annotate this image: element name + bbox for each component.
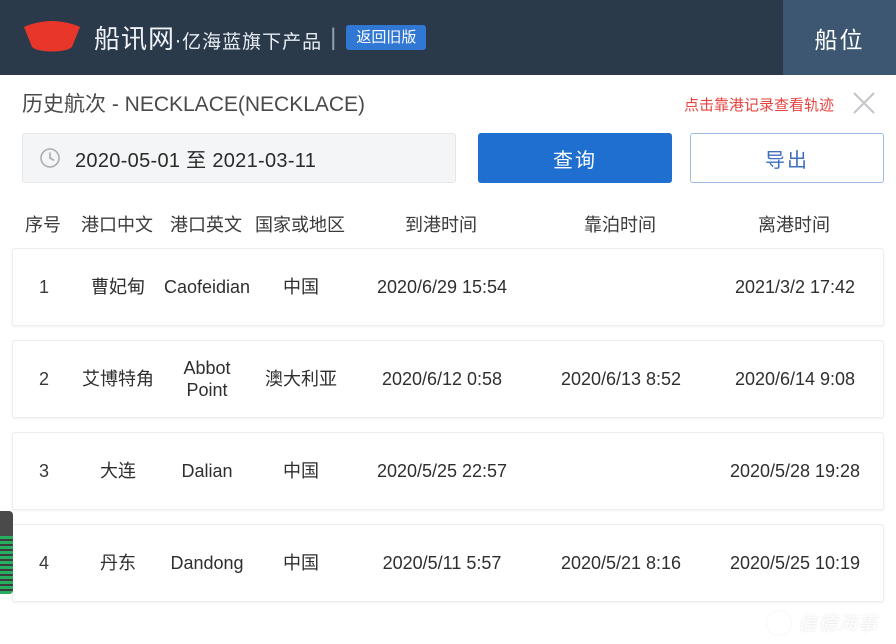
page-title: 历史航次 - NECKLACE(NECKLACE): [22, 93, 366, 116]
column-header-port-en: 港口英文: [170, 215, 242, 235]
signal-bars-widget[interactable]: [0, 511, 13, 594]
cell-port-cn: 曹妃甸: [91, 276, 145, 297]
cell-port-en: Abbot Point: [183, 357, 231, 401]
boat-logo-icon: [22, 20, 82, 55]
table-row[interactable]: 4 丹东 Dandong 中国 2020/5/11 5:57 2020/5/21…: [12, 524, 884, 602]
cell-country: 中国: [283, 276, 319, 297]
column-header-departure: 离港时间: [758, 215, 830, 235]
cell-index: 4: [38, 552, 49, 573]
cell-departure: 2020/5/25 10:19: [729, 552, 861, 573]
column-header-berth: 靠泊时间: [584, 215, 656, 235]
cell-departure: 2020/6/14 9:08: [734, 368, 856, 389]
panel-header: 历史航次 - NECKLACE(NECKLACE) 点击靠港记录查看轨迹: [0, 75, 896, 130]
table-body: 1 曹妃甸 Caofeidian 中国 2020/6/29 15:54 2021…: [0, 248, 896, 602]
cell-port-cn: 艾博特角: [82, 368, 154, 389]
cell-berth: 2020/6/13 8:52: [560, 368, 682, 389]
clock-icon: [39, 147, 61, 169]
cell-arrival: 2020/5/11 5:57: [382, 552, 502, 573]
cell-berth: 2020/5/21 8:16: [560, 552, 682, 573]
table-row[interactable]: 1 曹妃甸 Caofeidian 中国 2020/6/29 15:54 2021…: [12, 248, 884, 326]
cell-port-en: Dalian: [181, 460, 233, 481]
brand-block[interactable]: 船讯网·亿海蓝旗下产品 | 返回旧版: [0, 0, 427, 75]
date-range-value: 2020-05-01 至 2021-03-11: [75, 149, 317, 172]
cell-port-en: Caofeidian: [163, 276, 251, 297]
track-hint-link[interactable]: 点击靠港记录查看轨迹: [684, 94, 834, 115]
column-header-country: 国家或地区: [255, 215, 345, 235]
cell-arrival: 2020/5/25 22:57: [376, 460, 508, 481]
history-voyage-panel: 历史航次 - NECKLACE(NECKLACE) 点击靠港记录查看轨迹 202…: [0, 75, 896, 644]
cell-index: 3: [38, 460, 49, 481]
export-button[interactable]: 导出: [690, 133, 884, 183]
cell-index: 1: [38, 276, 49, 297]
brand-name: 船讯网: [94, 25, 176, 55]
column-header-arrival: 到港时间: [405, 215, 477, 235]
close-icon[interactable]: [850, 89, 878, 117]
tab-ship-position[interactable]: 船位: [783, 0, 896, 75]
cell-arrival: 2020/6/12 0:58: [381, 368, 503, 389]
return-old-version-button[interactable]: 返回旧版: [346, 25, 427, 50]
cell-country: 澳大利亚: [265, 368, 337, 389]
app-root: 船讯网·亿海蓝旗下产品 | 返回旧版 船位 历史航次 - NECKLACE(NE…: [0, 0, 896, 644]
voyage-table: 序号 港口中文 港口英文 国家或地区 到港时间 靠泊时间 离港时间 1 曹妃甸 …: [0, 200, 896, 616]
brand-title: 船讯网·亿海蓝旗下产品: [94, 19, 322, 56]
date-range-input[interactable]: 2020-05-01 至 2021-03-11: [22, 133, 456, 183]
table-row[interactable]: 2 艾博特角 Abbot Point 澳大利亚 2020/6/12 0:58 2…: [12, 340, 884, 418]
brand-divider: |: [330, 23, 337, 51]
cell-port-en: Dandong: [170, 552, 244, 573]
table-row[interactable]: 3 大连 Dalian 中国 2020/5/25 22:57 2020/5/28…: [12, 432, 884, 510]
brand-separator: ·: [175, 31, 183, 53]
cell-departure: 2020/5/28 19:28: [729, 460, 861, 481]
cell-departure: 2021/3/2 17:42: [734, 276, 856, 297]
cell-country: 中国: [283, 460, 319, 481]
brand-subtitle: 亿海蓝旗下产品: [182, 31, 323, 53]
query-controls: 2020-05-01 至 2021-03-11 查询 导出: [22, 133, 884, 183]
cell-port-cn: 丹东: [100, 552, 136, 573]
search-button[interactable]: 查询: [478, 133, 672, 183]
top-navigation-bar: 船讯网·亿海蓝旗下产品 | 返回旧版 船位: [0, 0, 896, 75]
cell-index: 2: [38, 368, 49, 389]
cell-arrival: 2020/6/29 15:54: [376, 276, 508, 297]
signal-bars-fill: [0, 536, 13, 594]
cell-country: 中国: [283, 552, 319, 573]
cell-port-cn: 大连: [100, 460, 136, 481]
column-header-index: 序号: [25, 215, 61, 235]
table-header-row: 序号 港口中文 港口英文 国家或地区 到港时间 靠泊时间 离港时间: [0, 200, 896, 248]
column-header-port-cn: 港口中文: [81, 215, 153, 235]
